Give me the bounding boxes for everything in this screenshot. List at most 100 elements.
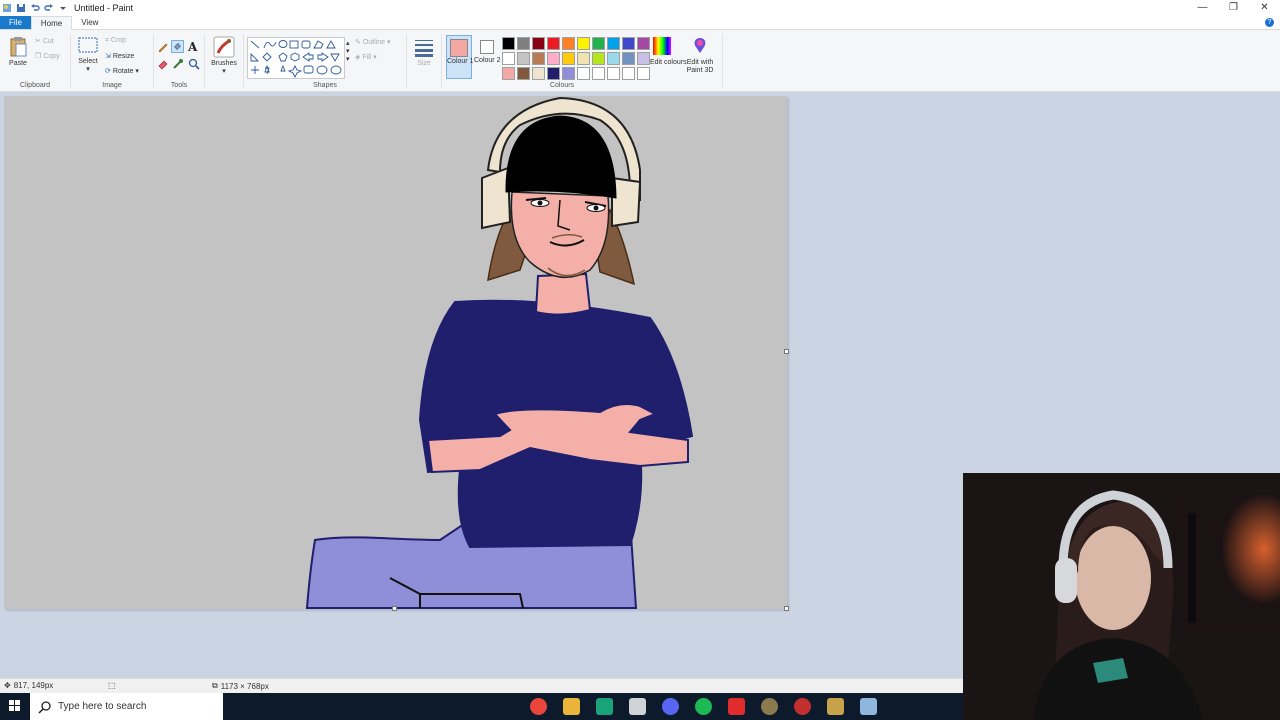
crop-icon: ⌗ [105,37,109,44]
canvas-size-icon: ⧉ [212,681,218,690]
colour-swatch[interactable] [592,67,605,80]
help-icon[interactable]: ? [1265,18,1274,27]
ribbon-tabs: File Home View [0,16,1280,31]
restore-button[interactable]: ❐ [1218,0,1249,16]
colour-swatch[interactable] [577,67,590,80]
select-button[interactable]: Select ▾ [75,36,101,73]
colour-swatch[interactable] [637,67,650,80]
paint-taskbar-icon[interactable] [860,698,877,715]
app-round-taskbar-icon[interactable] [761,698,778,715]
colour-swatch[interactable] [562,52,575,65]
brushes-dropdown-icon[interactable]: ▾ [209,67,239,75]
rocket-league-taskbar-icon[interactable] [629,698,646,715]
brush-icon [213,36,235,58]
tab-file[interactable]: File [0,16,31,29]
resize-handle-right[interactable] [784,349,789,354]
cut-button[interactable]: ✂ Cut [35,37,54,45]
discord-taskbar-icon[interactable] [662,698,679,715]
window-title: Untitled - Paint [74,3,134,13]
color-picker-icon[interactable] [172,58,184,70]
rotate-button[interactable]: ⟳ Rotate ▾ [105,67,139,75]
colour-swatch[interactable] [502,52,515,65]
edit-paint3d-label: Edit with Paint 3D [686,59,714,74]
chrome-taskbar-icon[interactable] [530,698,547,715]
webcam-image [963,473,1280,720]
crop-button[interactable]: ⌗ Crop [105,37,126,45]
colour-swatch[interactable] [532,52,545,65]
outline-button[interactable]: ✎ Outline ▾ [355,38,390,46]
colour-swatch[interactable] [532,67,545,80]
magnifier-icon[interactable] [188,58,200,70]
fill-button[interactable]: ◈ Fill ▾ [355,53,377,61]
colour-swatch[interactable] [547,67,560,80]
redo-icon[interactable] [44,3,54,13]
close-button[interactable]: ✕ [1249,0,1280,16]
resize-handle-bottom[interactable] [392,606,397,611]
fill-label: Fill [362,54,372,61]
colour-swatch[interactable] [562,67,575,80]
colour-swatch[interactable] [517,67,530,80]
colour-swatch[interactable] [622,67,635,80]
start-button[interactable] [0,693,30,720]
size-button[interactable]: Size [411,38,437,67]
file-explorer-taskbar-icon[interactable] [563,698,580,715]
colour-swatch[interactable] [577,37,590,50]
resize-button[interactable]: ⇲ Resize [105,52,134,60]
customize-qat-icon[interactable] [58,3,68,13]
colour-swatch[interactable] [637,52,650,65]
save-icon[interactable] [16,3,26,13]
colour-swatch[interactable] [622,52,635,65]
brushes-group[interactable]: Brushes ▾ [205,32,243,90]
tab-home[interactable]: Home [30,16,73,31]
app-red-round-taskbar-icon[interactable] [794,698,811,715]
colour-swatch[interactable] [592,52,605,65]
colour-swatch[interactable] [607,52,620,65]
colour-swatch[interactable] [607,37,620,50]
shapes-gallery[interactable] [247,37,345,79]
eraser-icon[interactable] [157,58,169,70]
size-group[interactable]: Size [407,32,441,90]
colour-swatch[interactable] [622,37,635,50]
resize-handle-corner[interactable] [784,606,789,611]
taskbar-search[interactable]: Type here to search [30,693,223,720]
colour1-button[interactable]: Colour 1 [446,35,473,79]
edit-colours-button[interactable]: Edit colours [650,36,687,67]
colour-swatch[interactable] [637,37,650,50]
colour2-button[interactable]: Colour 2 [474,35,500,79]
spotify-taskbar-icon[interactable] [695,698,712,715]
windows-icon [9,700,20,711]
minimize-button[interactable]: — [1187,0,1218,16]
colour-swatch[interactable] [547,52,560,65]
colour-swatch[interactable] [502,67,515,80]
quick-access-toolbar [0,0,68,16]
app-red-bolt-taskbar-icon[interactable] [728,698,745,715]
clipboard-group-label: Clipboard [20,82,50,89]
colour-swatch[interactable] [562,37,575,50]
drawing-canvas[interactable] [4,96,787,609]
pencil-icon[interactable] [157,41,169,53]
colour-swatch[interactable] [532,37,545,50]
colour-swatch[interactable] [577,52,590,65]
app-green-taskbar-icon[interactable] [596,698,613,715]
select-dropdown-icon[interactable]: ▾ [75,65,101,73]
shapes-gallery-icons [250,40,342,79]
tab-view[interactable]: View [72,16,107,29]
copy-button[interactable]: ❐ Copy [35,52,60,60]
window-controls: — ❐ ✕ [1187,0,1280,16]
edit-paint3d-button[interactable]: Edit with Paint 3D [680,36,720,75]
cursor-position-text: 817, 149px [13,681,54,690]
shapes-scroll[interactable]: ▴ ▾ ▾ [346,39,350,63]
undo-icon[interactable] [30,3,40,13]
colour-swatch[interactable] [607,67,620,80]
brushes-button[interactable]: Brushes ▾ [209,36,239,75]
colour-swatch[interactable] [592,37,605,50]
league-of-legends-taskbar-icon[interactable] [827,698,844,715]
colour-swatch[interactable] [502,37,515,50]
paste-button[interactable]: Paste [5,36,31,67]
colour-swatch[interactable] [517,52,530,65]
colour-swatch[interactable] [517,37,530,50]
text-tool-icon[interactable]: A [188,40,197,54]
colour-swatch[interactable] [547,37,560,50]
fill-icon[interactable] [171,40,184,53]
shapes-group: ▴ ▾ ▾ ✎ Outline ▾ ◈ Fill ▾ Shapes [244,32,406,90]
